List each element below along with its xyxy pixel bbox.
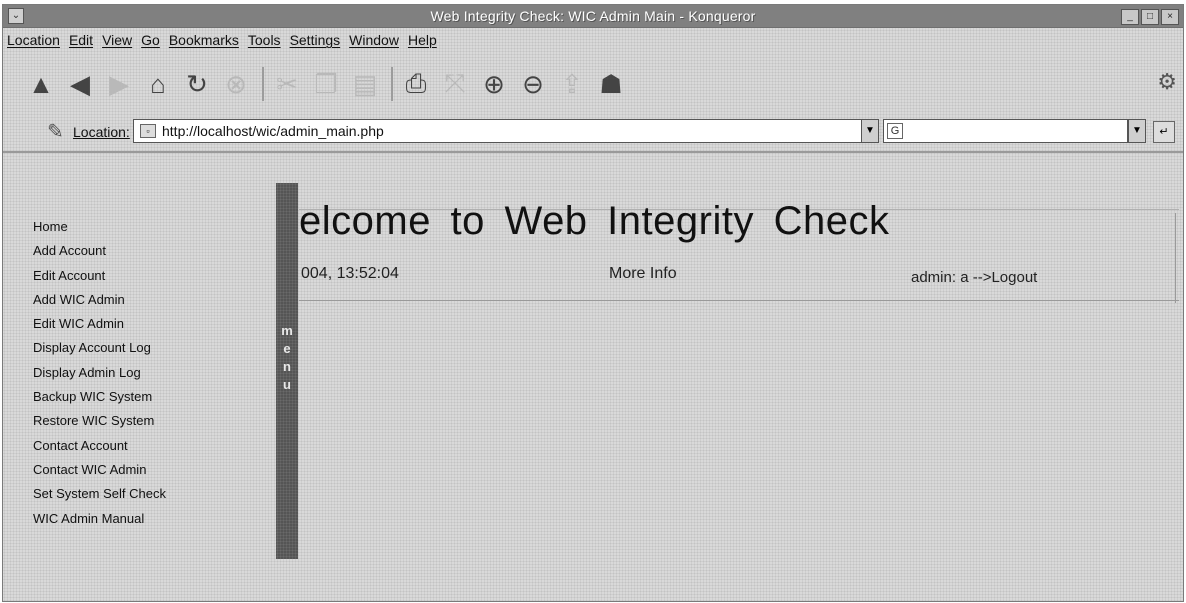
header-right-border — [1175, 213, 1176, 303]
search-dropdown-arrow[interactable]: ▼ — [1128, 119, 1146, 143]
upload-icon[interactable]: ⇪ — [554, 65, 590, 103]
menu-strip-letter: u — [283, 377, 291, 392]
title-bar: ⌄ Web Integrity Check: WIC Admin Main - … — [3, 5, 1183, 28]
security-icon[interactable]: ☗ — [593, 65, 629, 103]
sidebar-item-backup-wic-system[interactable]: Backup WIC System — [33, 385, 273, 409]
clear-location-icon[interactable]: ✎ — [47, 119, 64, 144]
search-go-icon[interactable]: ↵ — [1153, 121, 1175, 143]
menu-edit[interactable]: Edit — [69, 32, 93, 48]
toolbar-separator — [391, 67, 393, 101]
sidebar-item-add-wic-admin[interactable]: Add WIC Admin — [33, 288, 273, 312]
menu-settings[interactable]: Settings — [290, 32, 341, 48]
menu-tools[interactable]: Tools — [248, 32, 281, 48]
sidebar-item-home[interactable]: Home — [33, 215, 273, 239]
close-icon[interactable]: × — [1161, 9, 1179, 25]
zoom-out-icon[interactable]: ⊖ — [515, 65, 551, 103]
menu-strip-letter: e — [283, 341, 291, 356]
page-content: Home Add Account Edit Account Add WIC Ad… — [3, 151, 1183, 601]
menu-bookmarks[interactable]: Bookmarks — [169, 32, 239, 48]
up-icon[interactable]: ▲ — [23, 65, 59, 103]
back-icon[interactable]: ◀ — [62, 65, 98, 103]
sidebar-item-contact-wic-admin[interactable]: Contact WIC Admin — [33, 458, 273, 482]
sidebar-nav: Home Add Account Edit Account Add WIC Ad… — [33, 215, 273, 531]
sidebar-item-restore-wic-system[interactable]: Restore WIC System — [33, 409, 273, 433]
home-icon[interactable]: ⌂ — [140, 65, 176, 103]
sidebar-item-display-account-log[interactable]: Display Account Log — [33, 336, 273, 360]
menu-bar: Location Edit View Go Bookmarks Tools Se… — [3, 28, 1183, 52]
toolbar-separator — [262, 67, 264, 101]
sidebar-item-edit-account[interactable]: Edit Account — [33, 264, 273, 288]
fullscreen-icon[interactable]: ⤧ — [437, 65, 473, 103]
window-title: Web Integrity Check: WIC Admin Main - Ko… — [430, 8, 756, 24]
menu-go[interactable]: Go — [141, 32, 160, 48]
forward-icon[interactable]: ▶ — [101, 65, 137, 103]
location-label: Location: — [73, 124, 130, 140]
search-engine-icon: G — [887, 123, 903, 139]
browser-window: ⌄ Web Integrity Check: WIC Admin Main - … — [2, 4, 1184, 602]
sidebar-item-set-system-self-check[interactable]: Set System Self Check — [33, 482, 273, 506]
url-input[interactable]: ▫ http://localhost/wic/admin_main.php — [133, 119, 863, 143]
menu-strip-letter: n — [283, 359, 291, 374]
sidebar-item-wic-admin-manual[interactable]: WIC Admin Manual — [33, 507, 273, 531]
page-title: elcome to Web Integrity Check — [299, 199, 890, 243]
date-time: 004, 13:52:04 — [301, 265, 399, 282]
toolbar: ▲ ◀ ▶ ⌂ ↻ ⊗ ✂ ❐ ▤ ⎙ ⤧ ⊕ ⊖ ⇪ ☗ ⚙ — [3, 55, 1183, 113]
sidebar-item-display-admin-log[interactable]: Display Admin Log — [33, 361, 273, 385]
location-bar: ✎ Location: ▫ http://localhost/wic/admin… — [3, 115, 1183, 149]
paste-icon[interactable]: ▤ — [347, 65, 383, 103]
sidebar-item-edit-wic-admin[interactable]: Edit WIC Admin — [33, 312, 273, 336]
menu-help[interactable]: Help — [408, 32, 437, 48]
settings-gear-icon[interactable]: ⚙ — [1157, 69, 1177, 95]
reload-icon[interactable]: ↻ — [179, 65, 215, 103]
copy-icon[interactable]: ❐ — [308, 65, 344, 103]
page-icon: ▫ — [140, 124, 156, 138]
minimize-icon[interactable]: _ — [1121, 9, 1139, 25]
sidebar-item-contact-account[interactable]: Contact Account — [33, 434, 273, 458]
maximize-icon[interactable]: □ — [1141, 9, 1159, 25]
stop-icon[interactable]: ⊗ — [218, 65, 254, 103]
url-dropdown-arrow[interactable]: ▼ — [861, 119, 879, 143]
zoom-in-icon[interactable]: ⊕ — [476, 65, 512, 103]
more-info-link[interactable]: More Info — [609, 265, 677, 283]
menu-toggle-strip[interactable]: m e n u — [276, 183, 298, 559]
header-divider — [299, 300, 1179, 301]
url-text: http://localhost/wic/admin_main.php — [162, 123, 384, 139]
menu-window[interactable]: Window — [349, 32, 399, 48]
sidebar-item-add-account[interactable]: Add Account — [33, 239, 273, 263]
search-input[interactable]: G — [883, 119, 1128, 143]
admin-logout-link[interactable]: admin: a -->Logout — [911, 269, 1037, 286]
cut-icon[interactable]: ✂ — [269, 65, 305, 103]
menu-strip-letter: m — [281, 323, 293, 338]
menu-view[interactable]: View — [102, 32, 132, 48]
print-icon[interactable]: ⎙ — [398, 65, 434, 103]
menu-location[interactable]: Location — [7, 32, 60, 48]
